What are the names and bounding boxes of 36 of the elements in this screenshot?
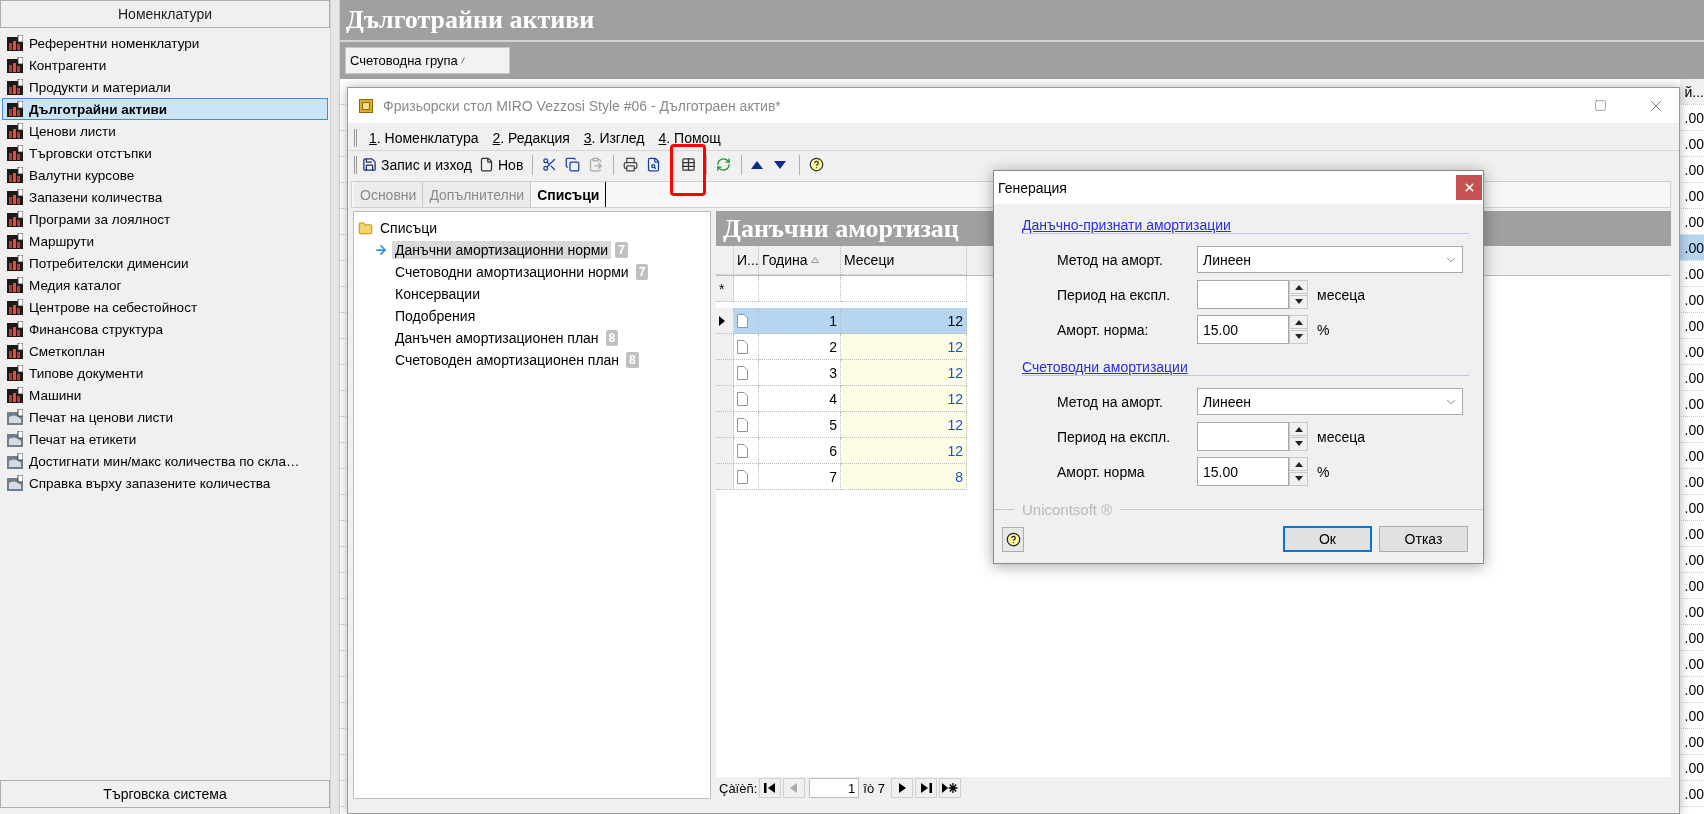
- table-cell: 4: [759, 386, 841, 412]
- table-cell: 1: [759, 308, 841, 334]
- table-cell: 12: [841, 438, 967, 464]
- table-cell: 7: [759, 464, 841, 490]
- table-cell: 2: [759, 334, 841, 360]
- table-cell: 5: [759, 412, 841, 438]
- table-cell: 12: [841, 412, 967, 438]
- dialog-title: Генерация: [998, 179, 1067, 196]
- field-label: Аморт. норма:: [1056, 321, 1150, 338]
- unit-label: месеца: [1317, 428, 1365, 445]
- record-total: îò 7: [863, 780, 885, 796]
- page-title: Дълготрайни активи: [340, 0, 1704, 40]
- count-badge: 8: [626, 352, 639, 368]
- table-cell: .00: [1680, 235, 1704, 260]
- record-label: Çàïèñ:: [719, 780, 758, 796]
- window-title: Фризьорски стол MIRO Vezzosi Style #06 - Дълготраен актив*: [383, 97, 782, 114]
- table-cell: 12: [841, 334, 967, 360]
- field-label: Период на експл.: [1056, 286, 1172, 303]
- table-cell: 12: [841, 386, 967, 412]
- brand-label: Unicontsoft ®: [1022, 501, 1113, 518]
- table-cell: 6: [759, 438, 841, 464]
- table-cell: 12: [841, 360, 967, 386]
- field-label: Метод на аморт.: [1056, 393, 1164, 410]
- new-row-marker: *: [716, 276, 734, 302]
- table-cell: 3: [759, 360, 841, 386]
- field-label: Аморт. норма: [1056, 463, 1146, 480]
- count-badge: 7: [615, 242, 628, 258]
- count-badge: 8: [605, 330, 619, 346]
- unit-label: месеца: [1317, 286, 1365, 303]
- field-label: Метод на аморт.: [1056, 251, 1164, 268]
- unit-label: %: [1317, 463, 1330, 480]
- table-cell: 12: [841, 308, 967, 334]
- field-label: Период на експл.: [1056, 428, 1172, 445]
- count-badge: 7: [635, 264, 649, 280]
- unit-label: %: [1317, 321, 1330, 338]
- table-cell: 8: [841, 464, 967, 490]
